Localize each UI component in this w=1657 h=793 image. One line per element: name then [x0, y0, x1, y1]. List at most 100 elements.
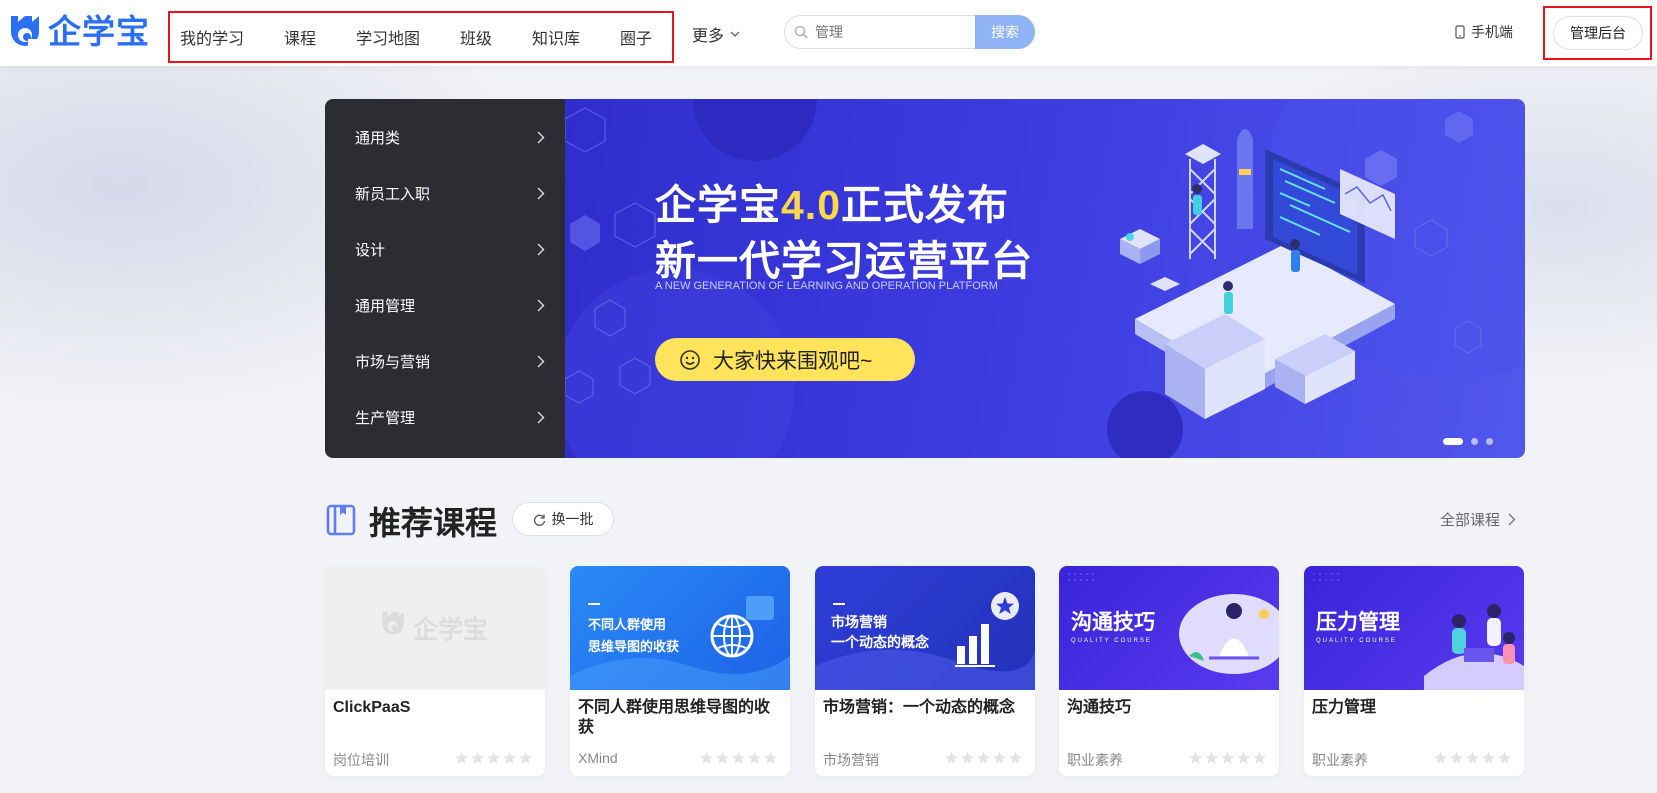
cover-line1: 不同人群使用 — [588, 617, 667, 632]
banner-cta-button[interactable]: 大家快来围观吧~ — [655, 338, 915, 381]
nav-item-classes[interactable]: 班级 — [460, 25, 492, 49]
course-category: 职业素养 — [1312, 752, 1368, 768]
chevron-right-icon — [537, 131, 545, 144]
chevron-right-icon — [537, 243, 545, 256]
all-courses-label: 全部课程 — [1440, 512, 1501, 529]
category-item-onboarding[interactable]: 新员工入职 — [355, 183, 545, 207]
refresh-icon — [533, 514, 545, 526]
star-icon — [732, 751, 745, 764]
search-button[interactable]: 搜索 — [975, 15, 1035, 49]
course-cover: 沟通技巧 QUALITY COURSE — [1059, 566, 1279, 690]
star-icon — [748, 751, 761, 764]
course-card[interactable]: 企学宝 ClickPaaS 岗位培训 — [325, 566, 545, 776]
nav-more-dropdown[interactable]: 更多 — [692, 22, 740, 46]
course-card[interactable]: 沟通技巧 QUALITY COURSE 沟通技巧 职业素养 — [1059, 566, 1279, 776]
star-icon — [1205, 751, 1218, 764]
star-icon — [519, 751, 532, 764]
course-title: 不同人群使用思维导图的收获 — [578, 699, 771, 736]
banner-cta-label: 大家快来围观吧~ — [713, 349, 873, 373]
star-icon — [993, 751, 1006, 764]
carousel-dot-3[interactable] — [1486, 438, 1493, 445]
refresh-label: 换一批 — [551, 511, 594, 527]
main-nav: 我的学习 课程 学习地图 班级 知识库 圈子 — [168, 11, 674, 63]
banner-title-line1: 企学宝4.0正式发布 — [655, 171, 1009, 231]
banner-subtitle: A NEW GENERATION OF LEARNING AND OPERATI… — [655, 280, 998, 292]
star-icon — [700, 751, 713, 764]
category-label: 通用类 — [355, 130, 401, 147]
course-title: 压力管理 — [1312, 699, 1377, 716]
category-label: 市场与营销 — [355, 354, 431, 371]
refresh-button[interactable]: 换一批 — [512, 502, 614, 536]
book-icon — [326, 504, 356, 536]
course-category: 职业素养 — [1067, 752, 1123, 768]
star-icon — [1466, 751, 1479, 764]
all-courses-link[interactable]: 全部课程 — [1440, 509, 1516, 530]
star-icon — [716, 751, 729, 764]
star-icon — [961, 751, 974, 764]
star-icon — [977, 751, 990, 764]
logo-mark-icon — [11, 16, 39, 46]
cover-subtitle: QUALITY COURSE — [1316, 638, 1397, 644]
star-icon — [945, 751, 958, 764]
category-item-management[interactable]: 通用管理 — [355, 295, 545, 319]
star-icon — [1482, 751, 1495, 764]
nav-item-courses[interactable]: 课程 — [284, 25, 316, 49]
star-icon — [503, 751, 516, 764]
rating-stars — [1187, 751, 1267, 765]
search-bar: 搜索 — [784, 15, 1035, 51]
course-title: 沟通技巧 — [1067, 699, 1132, 716]
course-card[interactable]: 压力管理 QUALITY COURSE 压力管理 职业素养 — [1304, 566, 1524, 776]
category-label: 生产管理 — [355, 410, 416, 427]
chevron-right-icon — [537, 187, 545, 200]
course-title: 市场营销：一个动态的概念 — [823, 699, 1016, 716]
banner-title-version: 4.0 — [781, 182, 841, 228]
nav-item-circles[interactable]: 圈子 — [620, 25, 652, 49]
category-item-general[interactable]: 通用类 — [355, 127, 545, 151]
course-card[interactable]: 不同人群使用 思维导图的收获 不同人群使用思维导图的收获 XMind — [570, 566, 790, 776]
hero-banner[interactable]: 企学宝4.0正式发布 新一代学习运营平台 A NEW GENERATION OF… — [565, 99, 1525, 458]
course-cover: 企学宝 — [325, 566, 545, 690]
chevron-right-icon — [537, 411, 545, 424]
carousel-dot-1[interactable] — [1443, 438, 1463, 445]
category-item-production[interactable]: 生产管理 — [355, 407, 545, 431]
star-icon — [764, 751, 777, 764]
star-icon — [1498, 751, 1511, 764]
chevron-right-icon — [1508, 513, 1516, 526]
nav-item-knowledge-base[interactable]: 知识库 — [532, 25, 580, 49]
rating-stars — [943, 751, 1023, 765]
chevron-right-icon — [537, 299, 545, 312]
star-icon — [1450, 751, 1463, 764]
star-icon — [1221, 751, 1234, 764]
course-card[interactable]: 市场营销 一个动态的概念 市场营销：一个动态的概念 市场营销 — [815, 566, 1035, 776]
mobile-app-link[interactable]: 手机端 — [1455, 22, 1513, 42]
brand-logo[interactable]: 企学宝 — [8, 12, 150, 52]
search-input[interactable] — [784, 15, 979, 49]
chevron-down-icon — [730, 31, 740, 37]
course-cover: 压力管理 QUALITY COURSE — [1304, 566, 1524, 690]
top-header: 企学宝 我的学习 课程 学习地图 班级 知识库 圈子 更多 搜索 手机端 管理后… — [0, 0, 1657, 66]
cover-placeholder-text: 企学宝 — [413, 616, 489, 644]
carousel-dot-2[interactable] — [1471, 438, 1478, 445]
banner-title-line2: 新一代学习运营平台 — [655, 238, 1033, 284]
course-cover: 市场营销 一个动态的概念 — [815, 566, 1035, 690]
course-category: 岗位培训 — [333, 752, 389, 768]
category-label: 设计 — [355, 242, 386, 259]
category-label: 新员工入职 — [355, 186, 431, 203]
nav-item-my-learning[interactable]: 我的学习 — [180, 25, 244, 49]
admin-console-button[interactable]: 管理后台 — [1553, 16, 1643, 50]
banner-title-prefix: 企学宝 — [655, 182, 781, 228]
cover-line2: 一个动态的概念 — [831, 634, 929, 650]
star-icon — [487, 751, 500, 764]
star-icon — [1189, 751, 1202, 764]
cover-line1: 沟通技巧 — [1071, 611, 1155, 634]
star-icon — [1434, 751, 1447, 764]
category-item-design[interactable]: 设计 — [355, 239, 545, 263]
star-icon — [455, 751, 468, 764]
brand-name: 企学宝 — [48, 13, 150, 50]
admin-highlight: 管理后台 — [1543, 6, 1652, 60]
category-item-marketing[interactable]: 市场与营销 — [355, 351, 545, 375]
course-category: XMind — [578, 750, 618, 766]
phone-icon — [1455, 25, 1465, 39]
nav-item-learning-map[interactable]: 学习地图 — [356, 25, 420, 49]
placeholder-logo-icon — [382, 611, 404, 635]
